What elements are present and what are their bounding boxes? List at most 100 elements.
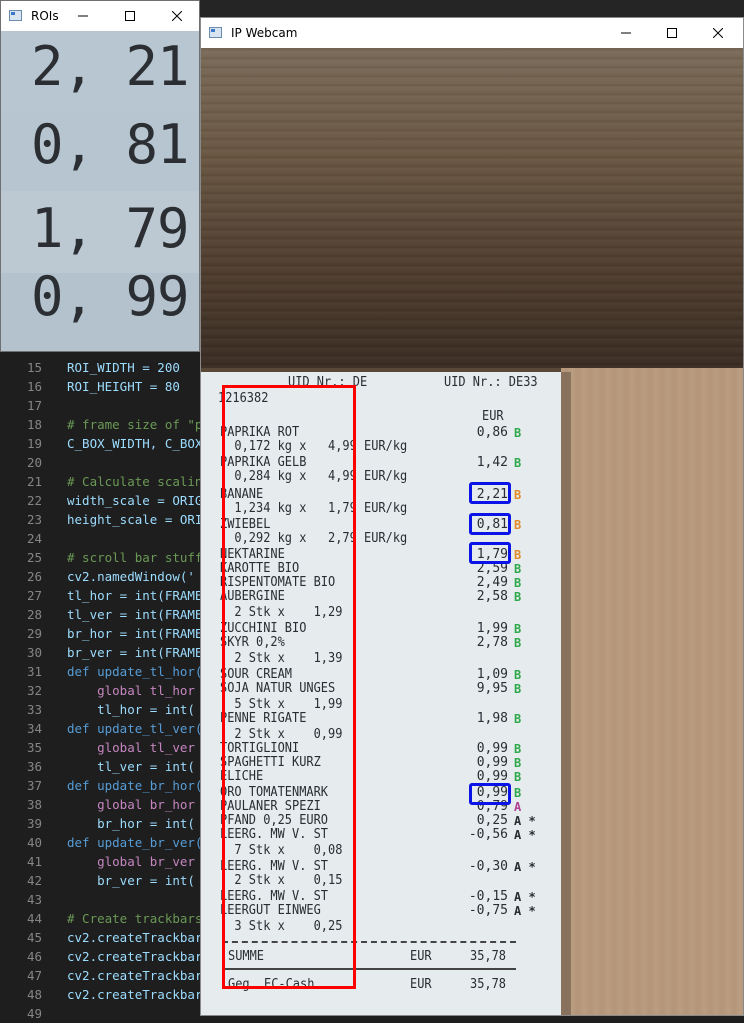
code-line[interactable]: 33 tl_hor = int( [0, 700, 200, 719]
code-line[interactable]: 32 global tl_hor [0, 681, 200, 700]
receipt-tax-code: B [514, 712, 522, 726]
code-text: cv2.createTrackbar [67, 968, 203, 983]
line-number: 17 [26, 398, 42, 413]
receipt-tax-code: B [514, 770, 522, 784]
code-line[interactable]: 25 # scroll bar stuff [0, 548, 203, 567]
code-line[interactable]: 45 cv2.createTrackbar [0, 928, 203, 947]
code-text: br_ver = int(FRAME [67, 645, 203, 660]
receipt-tax-code: B [514, 456, 522, 470]
code-line[interactable]: 16 ROI_HEIGHT = 80 [0, 377, 200, 396]
detected-price-box [469, 542, 511, 564]
receipt-tax-code: A * [514, 814, 536, 828]
line-number: 42 [26, 873, 42, 888]
roi-strip: 1, 79 [1, 191, 199, 273]
receipt-line-value: 1,98 [476, 711, 508, 726]
code-line[interactable]: 36 tl_ver = int( [0, 757, 200, 776]
minimize-button[interactable] [603, 18, 649, 48]
roi-titlebar[interactable]: ROIs [1, 1, 199, 31]
roi-value: 0, 99 [31, 265, 190, 328]
receipt-payment-currency: EUR [410, 977, 432, 992]
code-line[interactable]: 49 [0, 1004, 200, 1023]
code-line[interactable]: 29 br_hor = int(FRAME [0, 624, 203, 643]
code-line[interactable]: 15 ROI_WIDTH = 200 [0, 358, 200, 377]
line-number: 20 [26, 455, 42, 470]
roi-window[interactable]: ROIs 2, 21 0, 81 1, 79 0, 99 [0, 0, 200, 352]
receipt-tax-code: B [514, 636, 522, 650]
maximize-button[interactable] [649, 18, 695, 48]
receipt-tax-code: A * [514, 904, 536, 918]
code-line[interactable]: 24 [0, 529, 200, 548]
code-line[interactable]: 30 br_ver = int(FRAME [0, 643, 203, 662]
cam-window-title: IP Webcam [231, 26, 298, 40]
line-number: 18 [26, 417, 42, 432]
detected-price-box [469, 482, 511, 504]
maximize-button[interactable] [107, 1, 153, 31]
code-line[interactable]: 20 [0, 453, 200, 472]
receipt-tax-code: B [514, 668, 522, 682]
code-line[interactable]: 18 # frame size of "p [0, 415, 203, 434]
close-button[interactable] [154, 1, 199, 31]
close-icon [172, 11, 182, 21]
code-line[interactable]: 37 def update_br_hor( [0, 776, 203, 795]
code-line[interactable]: 31 def update_tl_hor( [0, 662, 203, 681]
receipt-tax-code: B [514, 786, 522, 800]
code-text: def update_tl_ver( [67, 721, 203, 736]
line-number: 36 [26, 759, 42, 774]
code-text: cv2.namedWindow(' [67, 569, 195, 584]
roi-value: 1, 79 [31, 197, 190, 260]
minimize-icon [78, 15, 88, 17]
code-line[interactable]: 34 def update_tl_ver( [0, 719, 203, 738]
code-line[interactable]: 42 br_ver = int( [0, 871, 200, 890]
line-number: 35 [26, 740, 42, 755]
code-line[interactable]: 26 cv2.namedWindow(' [0, 567, 200, 586]
receipt-total-currency: EUR [410, 949, 432, 964]
code-line[interactable]: 39 br_hor = int( [0, 814, 200, 833]
code-line[interactable]: 41 global br_ver [0, 852, 200, 871]
receipt-payment-value: 35,78 [470, 977, 507, 992]
receipt-total-value: 35,78 [470, 949, 507, 964]
code-line[interactable]: 38 global br_hor [0, 795, 200, 814]
code-line[interactable]: 46 cv2.createTrackbar [0, 947, 203, 966]
receipt-line-value: -0,15 [468, 889, 508, 904]
detected-price-box [469, 783, 511, 805]
window-app-icon [9, 10, 22, 21]
code-line[interactable]: 22 width_scale = ORIG [0, 491, 203, 510]
code-line[interactable]: 43 [0, 890, 200, 909]
line-number: 49 [26, 1006, 42, 1021]
wood-surface [201, 48, 743, 368]
receipt-tax-code: A * [514, 860, 536, 874]
code-line[interactable]: 47 cv2.createTrackbar [0, 966, 203, 985]
minimize-icon [621, 32, 631, 34]
code-text: tl_hor = int( [67, 702, 195, 717]
line-number: 43 [26, 892, 42, 907]
code-line[interactable]: 19 C_BOX_WIDTH, C_BOX [0, 434, 203, 453]
code-text: cv2.createTrackbar [67, 930, 203, 945]
code-line[interactable]: 48 cv2.createTrackbar [0, 985, 203, 1004]
line-number: 46 [26, 949, 42, 964]
cam-titlebar[interactable]: IP Webcam [201, 18, 743, 48]
roi-strip: 2, 21 [1, 31, 199, 111]
code-text: def update_br_hor( [67, 778, 203, 793]
receipt-line-value: 0,99 [476, 755, 508, 770]
code-line[interactable]: 44 # Create trackbars [0, 909, 203, 928]
code-line[interactable]: 21 # Calculate scalin [0, 472, 203, 491]
code-line[interactable]: 17 [0, 396, 200, 415]
code-line[interactable]: 23 height_scale = ORI [0, 510, 203, 529]
close-button[interactable] [695, 18, 741, 48]
receipt-line-value: -0,75 [468, 903, 508, 918]
code-text: global tl_hor [67, 683, 195, 698]
receipt-line-value: 1,42 [476, 455, 508, 470]
roi-strip: 0, 81 [1, 111, 199, 191]
line-number: 28 [26, 607, 42, 622]
code-line[interactable]: 35 global tl_ver [0, 738, 200, 757]
minimize-button[interactable] [60, 1, 106, 31]
detected-price-box [469, 513, 511, 535]
maximize-icon [667, 28, 677, 38]
line-number: 34 [26, 721, 42, 736]
close-icon [713, 28, 723, 38]
code-line[interactable]: 27 tl_hor = int(FRAME [0, 586, 203, 605]
code-line[interactable]: 40 def update_br_ver( [0, 833, 203, 852]
code-line[interactable]: 28 tl_ver = int(FRAME [0, 605, 203, 624]
code-text: # Calculate scalin [67, 474, 203, 489]
line-number: 16 [26, 379, 42, 394]
